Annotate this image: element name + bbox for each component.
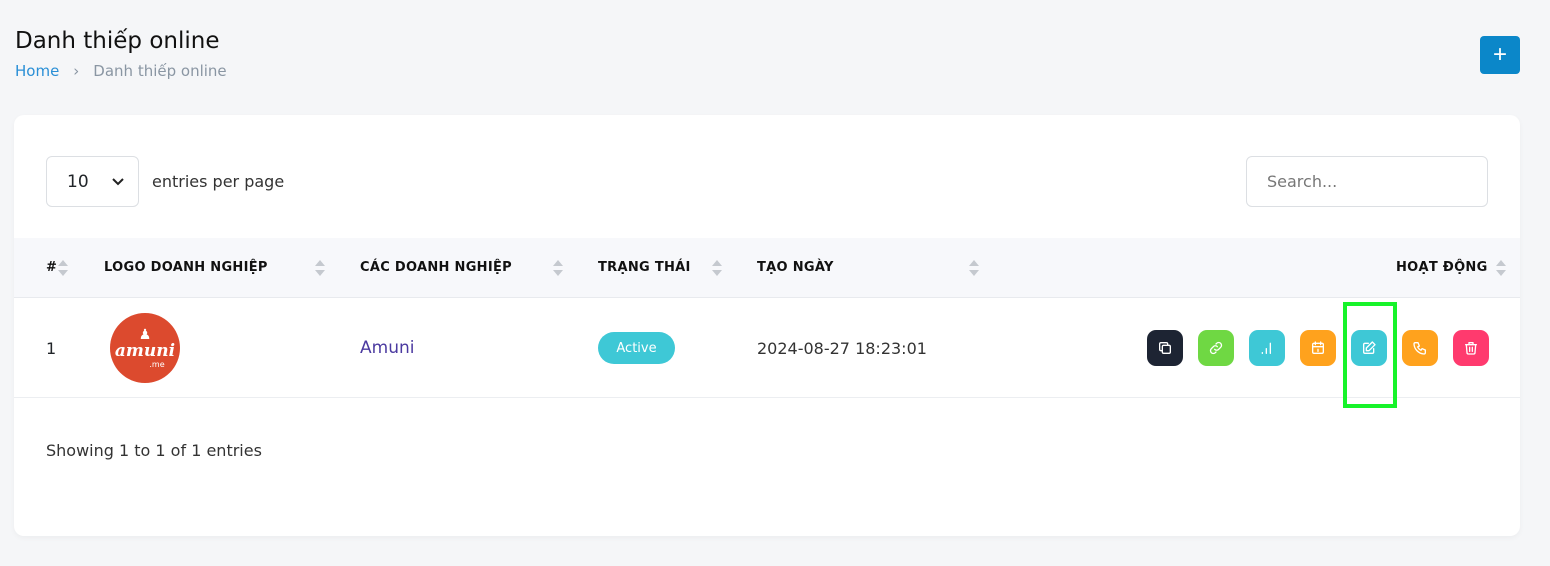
page-title: Danh thiếp online bbox=[15, 28, 220, 54]
column-company[interactable]: CÁC DOANH NGHIỆP bbox=[360, 260, 512, 275]
column-logo[interactable]: LOGO DOANH NGHIỆP bbox=[104, 260, 268, 275]
table-header: # LOGO DOANH NGHIỆP CÁC DOANH NGHIỆP TRẠ… bbox=[14, 238, 1520, 298]
column-status[interactable]: TRẠNG THÁI bbox=[598, 260, 691, 275]
pagination-info: Showing 1 to 1 of 1 entries bbox=[46, 441, 262, 460]
entries-per-page-label: entries per page bbox=[152, 172, 285, 191]
chevron-down-icon bbox=[111, 177, 124, 185]
sort-icon[interactable] bbox=[553, 260, 563, 280]
column-created[interactable]: TẠO NGÀY bbox=[757, 260, 834, 275]
table-row: 1 ♟ amuni .me Amuni Active 2024-08-27 18… bbox=[14, 298, 1520, 398]
chevron-right-icon: › bbox=[73, 62, 80, 80]
search-input[interactable] bbox=[1246, 156, 1488, 207]
breadcrumb: Home › Danh thiếp online bbox=[15, 62, 227, 80]
logo-sub: .me bbox=[149, 359, 165, 369]
row-index: 1 bbox=[46, 339, 57, 358]
link-button[interactable] bbox=[1198, 330, 1234, 366]
sort-icon[interactable] bbox=[315, 260, 325, 280]
add-button[interactable]: + bbox=[1480, 36, 1520, 74]
trash-icon bbox=[1465, 342, 1477, 355]
page-size-select[interactable]: 10 bbox=[46, 156, 139, 207]
company-logo: ♟ amuni .me bbox=[110, 313, 180, 383]
chart-icon bbox=[1261, 342, 1271, 354]
breadcrumb-home[interactable]: Home bbox=[15, 62, 59, 80]
copy-button[interactable] bbox=[1147, 330, 1183, 366]
company-link[interactable]: Amuni bbox=[360, 338, 414, 358]
phone-icon bbox=[1413, 342, 1426, 355]
link-icon bbox=[1209, 341, 1223, 355]
sort-icon[interactable] bbox=[712, 260, 722, 280]
stats-button[interactable] bbox=[1249, 330, 1285, 366]
status-badge: Active bbox=[598, 332, 675, 364]
highlight-box bbox=[1343, 302, 1397, 408]
breadcrumb-current: Danh thiếp online bbox=[93, 62, 227, 80]
sort-icon[interactable] bbox=[58, 260, 68, 280]
created-date: 2024-08-27 18:23:01 bbox=[757, 339, 927, 358]
logo-text: amuni bbox=[114, 340, 176, 361]
column-index[interactable]: # bbox=[46, 260, 57, 275]
meditation-icon: ♟ bbox=[138, 326, 152, 343]
calendar-icon bbox=[1312, 341, 1324, 354]
calendar-button[interactable] bbox=[1300, 330, 1336, 366]
column-actions[interactable]: HOẠT ĐỘNG bbox=[1396, 260, 1488, 275]
phone-button[interactable] bbox=[1402, 330, 1438, 366]
page-size-value: 10 bbox=[67, 171, 89, 192]
row-actions bbox=[1147, 330, 1489, 366]
sort-icon[interactable] bbox=[1496, 260, 1506, 280]
sort-icon[interactable] bbox=[969, 260, 979, 280]
delete-button[interactable] bbox=[1453, 330, 1489, 366]
copy-icon bbox=[1159, 342, 1171, 354]
table-card: 10 entries per page # LOGO DOANH NGHIỆP … bbox=[14, 115, 1520, 536]
